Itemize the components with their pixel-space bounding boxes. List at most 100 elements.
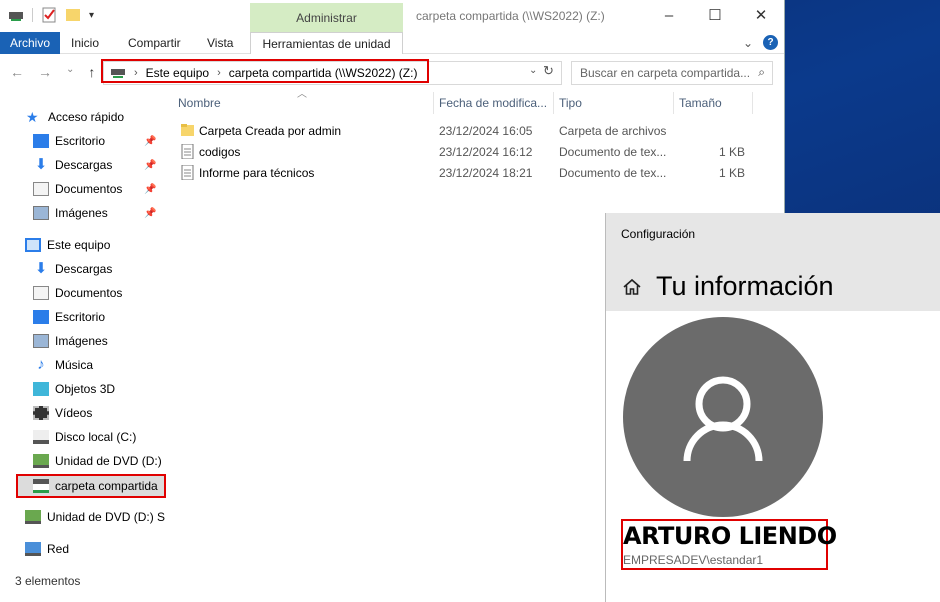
music-icon: ♪ (37, 356, 45, 373)
nav-pc-musica[interactable]: ♪ Música (33, 354, 93, 376)
address-highlight-box (101, 59, 429, 83)
download-icon: ⬇ (34, 156, 48, 173)
forward-icon[interactable]: → (38, 64, 52, 80)
hard-drive-icon (33, 430, 49, 444)
tab-compartir[interactable]: Compartir (120, 32, 189, 54)
recent-locations-icon[interactable]: ⌄ (66, 64, 74, 80)
pin-icon: 📌 (144, 160, 157, 171)
folder-icon (181, 124, 194, 136)
nav-pc-disco-local[interactable]: Disco local (C:) (33, 426, 136, 448)
status-bar-count: 3 elementos (15, 574, 81, 588)
nav-label: Unidad de DVD (D:) (55, 454, 162, 468)
dvd-drive-icon (33, 454, 49, 468)
column-header-tamano[interactable]: Tamaño (679, 96, 722, 118)
nav-label: carpeta compartida (55, 479, 158, 493)
navigation-pane: ★ Acceso rápido Escritorio 📌 ⬇ Descargas… (0, 100, 166, 570)
nav-red[interactable]: Red (25, 538, 69, 560)
computer-icon (25, 238, 41, 252)
column-header-tipo[interactable]: Tipo (559, 96, 582, 118)
file-date: 23/12/2024 16:05 (439, 124, 533, 138)
text-file-icon (181, 165, 194, 180)
file-row[interactable]: Carpeta Creada por admin 23/12/2024 16:0… (176, 121, 751, 142)
nav-label: Descargas (55, 158, 113, 172)
file-name: Informe para técnicos (199, 166, 315, 180)
user-display-name: ARTURO LIENDO (623, 522, 837, 550)
minimize-button[interactable]: – (646, 0, 692, 32)
new-folder-icon[interactable] (65, 7, 81, 23)
nav-pc-objetos-3d[interactable]: Objetos 3D (33, 378, 115, 400)
window-title: carpeta compartida (\\WS2022) (Z:) (416, 9, 605, 23)
close-button[interactable]: ✕ (738, 0, 784, 32)
nav-este-equipo[interactable]: Este equipo (25, 234, 110, 256)
properties-icon[interactable] (41, 7, 57, 23)
nav-label: Unidad de DVD (D:) S (47, 510, 166, 524)
title-bar: ▾ Administrar carpeta compartida (\\WS20… (0, 0, 784, 33)
nav-pc-dvd[interactable]: Unidad de DVD (D:) (33, 450, 162, 472)
back-icon[interactable]: ← (10, 64, 24, 80)
settings-app-title: Configuración (621, 227, 696, 241)
text-file-icon (181, 144, 194, 159)
drive-icon[interactable] (8, 7, 24, 23)
maximize-button[interactable]: ☐ (692, 0, 738, 32)
nav-pc-videos[interactable]: Vídeos (33, 402, 92, 424)
nav-pc-carpeta-compartida[interactable]: carpeta compartida (33, 475, 158, 497)
nav-quick-documentos[interactable]: Documentos (33, 178, 122, 200)
nav-label: Este equipo (47, 238, 111, 252)
nav-label: Escritorio (55, 134, 106, 148)
nav-label: Disco local (C:) (55, 430, 137, 444)
nav-pc-documentos[interactable]: Documentos (33, 282, 122, 304)
refresh-icon[interactable]: ↻ (543, 63, 554, 79)
file-date: 23/12/2024 18:21 (439, 166, 533, 180)
nav-label: Imágenes (55, 206, 108, 220)
nav-label: Red (47, 542, 70, 556)
dvd-drive-icon (25, 510, 41, 524)
pictures-icon (33, 206, 49, 220)
column-header-nombre[interactable]: Nombre (178, 96, 221, 118)
tab-vista[interactable]: Vista (199, 32, 241, 54)
desktop-icon (33, 134, 49, 148)
download-icon: ⬇ (34, 260, 48, 277)
network-drive-icon (33, 479, 49, 493)
column-header-fecha[interactable]: Fecha de modifica... (439, 96, 547, 118)
context-tab-header: Administrar (250, 3, 403, 33)
quick-access-toolbar: ▾ (8, 7, 94, 23)
tab-archivo[interactable]: Archivo (0, 32, 60, 54)
nav-quick-escritorio[interactable]: Escritorio (33, 130, 105, 152)
up-icon[interactable]: ↑ (88, 64, 95, 80)
home-icon[interactable] (622, 277, 642, 297)
file-date: 23/12/2024 16:12 (439, 145, 533, 159)
expand-ribbon-icon[interactable]: ⌄ (743, 36, 753, 50)
nav-label: Escritorio (55, 310, 106, 324)
tab-herramientas-de-unidad[interactable]: Herramientas de unidad (250, 32, 403, 54)
sort-ascending-icon: ︿ (297, 89, 307, 100)
nav-label: Documentos (55, 286, 123, 300)
file-row[interactable]: Informe para técnicos 23/12/2024 18:21 D… (176, 163, 751, 184)
qat-dropdown-icon[interactable]: ▾ (89, 10, 94, 21)
nav-acceso-rapido[interactable]: ★ Acceso rápido (26, 106, 124, 128)
nav-quick-descargas[interactable]: ⬇ Descargas (33, 154, 113, 176)
file-row[interactable]: codigos 23/12/2024 16:12 Documento de te… (176, 142, 751, 163)
nav-label: Documentos (55, 182, 123, 196)
network-icon (25, 542, 41, 556)
nav-pc-descargas[interactable]: ⬇ Descargas (33, 258, 113, 280)
nav-pc-imagenes[interactable]: Imágenes (33, 330, 108, 352)
video-icon (33, 406, 49, 420)
settings-header: Configuración Tu información (606, 213, 940, 311)
file-name: Carpeta Creada por admin (199, 124, 342, 138)
page-title: Tu información (656, 271, 834, 301)
nav-label: Música (55, 358, 94, 372)
nav-pc-escritorio[interactable]: Escritorio (33, 306, 105, 328)
search-input[interactable]: Buscar en carpeta compartida... ⌕ (571, 61, 773, 85)
address-dropdown-icon[interactable]: ⌄ (529, 65, 537, 76)
documents-icon (33, 182, 49, 196)
nav-quick-imagenes[interactable]: Imágenes (33, 202, 108, 224)
help-icon[interactable]: ? (763, 35, 778, 50)
settings-window: Configuración Tu información ARTURO LIEN… (605, 213, 940, 602)
documents-icon (33, 286, 49, 300)
file-type: Carpeta de archivos (559, 124, 667, 138)
tab-inicio[interactable]: Inicio (63, 32, 107, 54)
nav-dvd-root[interactable]: Unidad de DVD (D:) S (25, 506, 165, 528)
nav-label: Acceso rápido (48, 110, 125, 124)
pictures-icon (33, 334, 49, 348)
pin-icon: 📌 (144, 208, 157, 219)
